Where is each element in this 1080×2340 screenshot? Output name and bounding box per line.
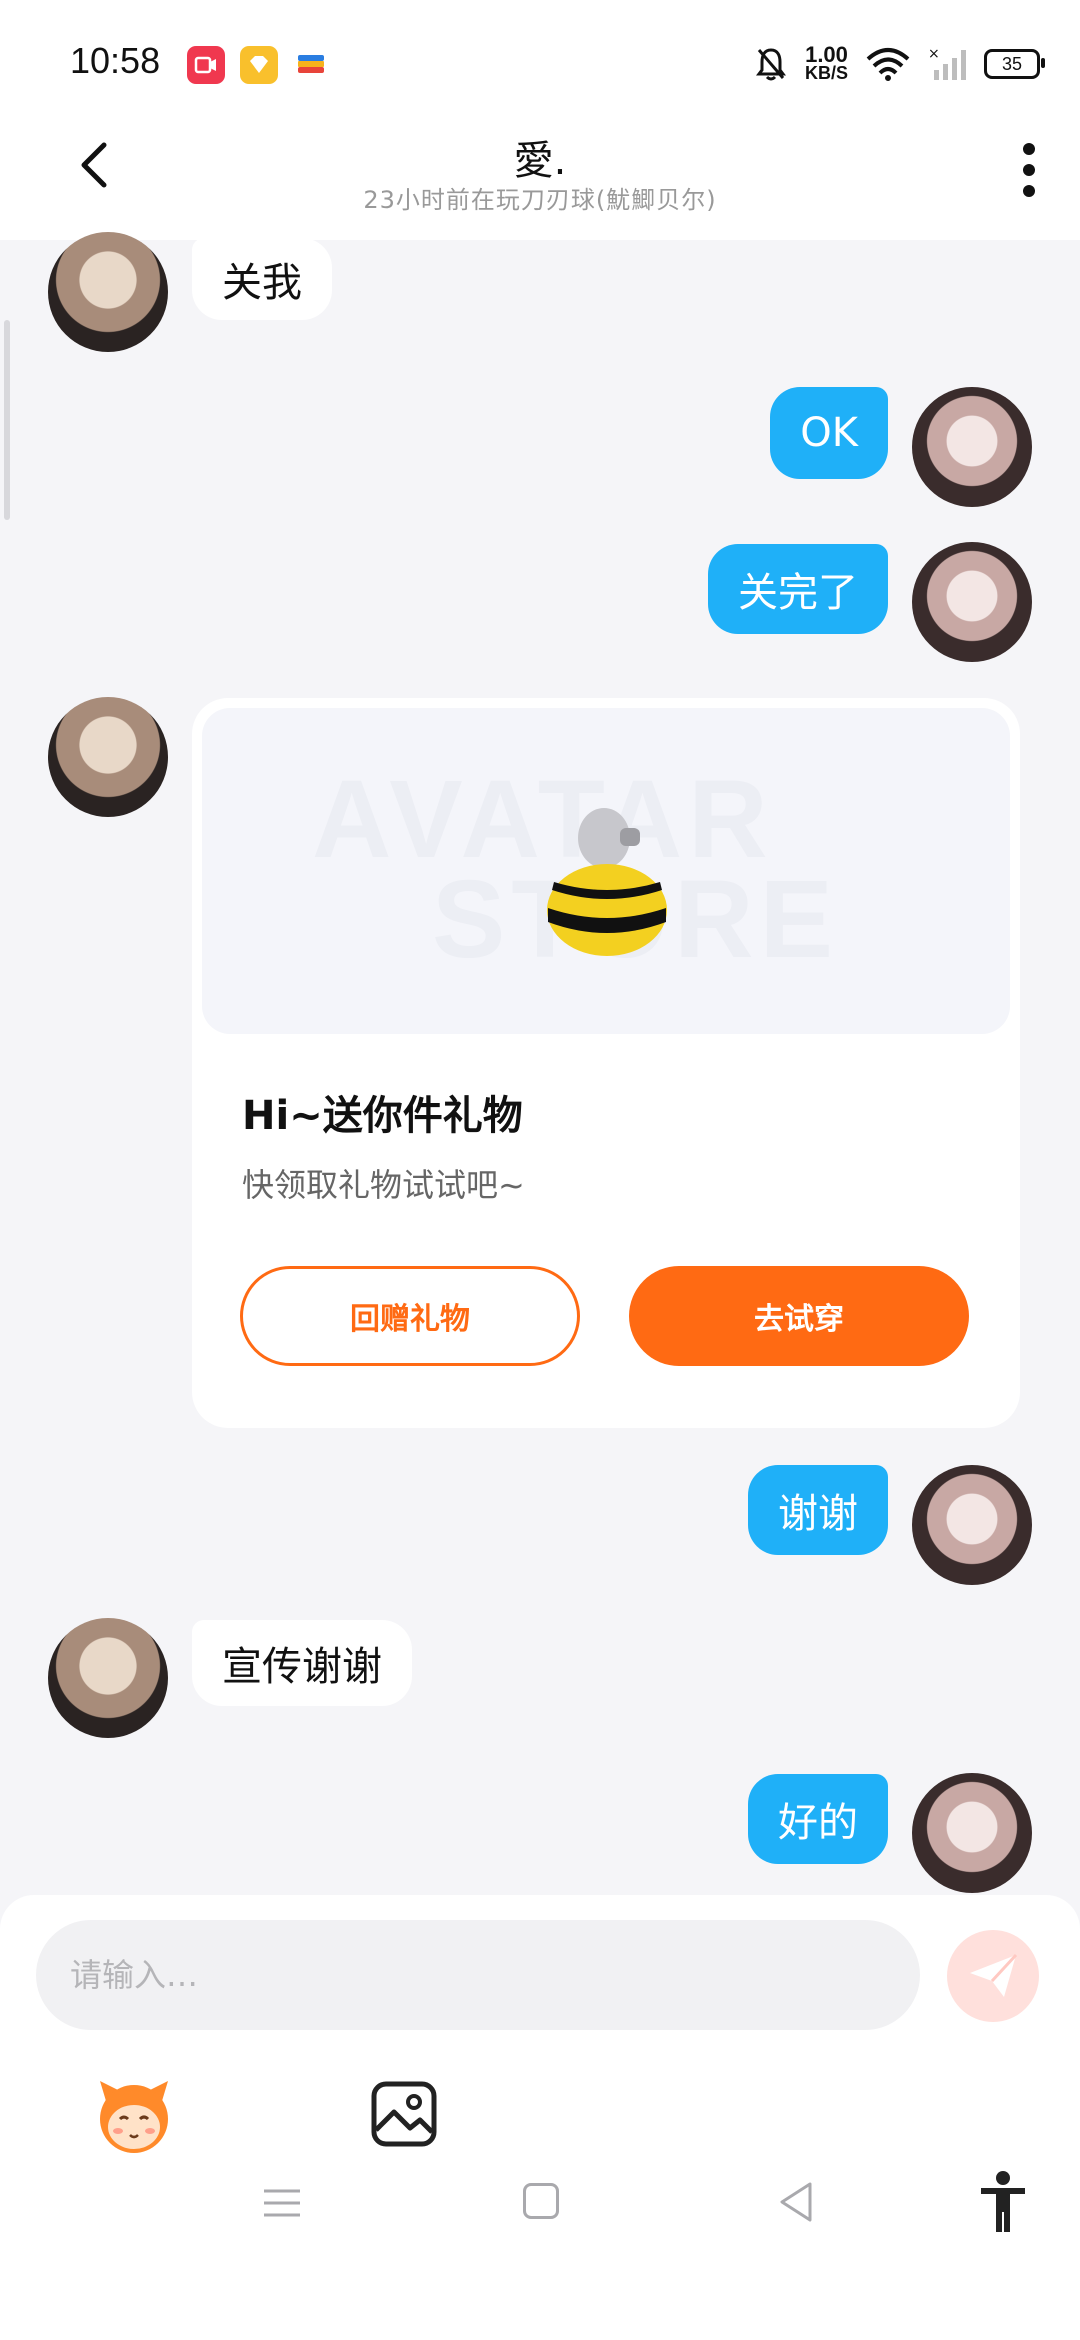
message-bubble-received[interactable]: 宣传谢谢 bbox=[192, 1620, 412, 1706]
diamond-app-icon bbox=[240, 46, 278, 84]
message-bubble-sent[interactable]: 好的 bbox=[748, 1774, 888, 1864]
chat-title: 愛. bbox=[513, 138, 567, 184]
cellular-signal-icon: × bbox=[928, 46, 966, 80]
avatar-self[interactable] bbox=[912, 1773, 1032, 1893]
nav-menu-icon[interactable] bbox=[262, 2188, 302, 2218]
gift-card-subtitle: 快领取礼物试试吧~ bbox=[242, 1166, 525, 1204]
battery-icon: 35 bbox=[984, 49, 1045, 79]
message-bubble-received[interactable]: 关我 bbox=[192, 238, 332, 320]
avatar-self[interactable] bbox=[912, 1465, 1032, 1585]
nav-back-icon[interactable] bbox=[776, 2180, 816, 2224]
avatar-contact[interactable] bbox=[48, 697, 168, 817]
wallet-app-icon bbox=[292, 46, 330, 84]
gift-item-icon bbox=[547, 808, 667, 956]
bell-mute-icon bbox=[755, 48, 786, 81]
avatar-contact[interactable] bbox=[48, 1618, 168, 1738]
message-bubble-sent[interactable]: OK bbox=[770, 387, 888, 479]
accessibility-icon[interactable] bbox=[978, 2170, 1028, 2234]
gift-card[interactable]: AVATAR STORE Hi~送你件礼物 快领取礼物试试吧~ 回赠礼物 去试穿 bbox=[192, 698, 1020, 1428]
avatar-contact[interactable] bbox=[48, 232, 168, 352]
more-options-icon[interactable] bbox=[1022, 142, 1036, 198]
status-icons: 1.00 KB/S × 35 bbox=[755, 40, 1045, 88]
svg-text:×: × bbox=[928, 46, 940, 62]
scrollbar[interactable] bbox=[4, 320, 10, 520]
gift-preview[interactable]: AVATAR STORE bbox=[202, 708, 1010, 1034]
send-icon bbox=[970, 1953, 1018, 1997]
try-on-button[interactable]: 去试穿 bbox=[629, 1266, 969, 1366]
message-bubble-sent[interactable]: 关完了 bbox=[708, 544, 888, 634]
image-picker-icon[interactable] bbox=[370, 2080, 438, 2148]
message-bubble-sent[interactable]: 谢谢 bbox=[748, 1465, 888, 1555]
screen-record-icon bbox=[187, 46, 225, 84]
return-gift-button[interactable]: 回赠礼物 bbox=[240, 1266, 580, 1366]
avatar-self[interactable] bbox=[912, 387, 1032, 507]
chat-subtitle: 23小时前在玩刀刃球(魷鯽贝尔) bbox=[363, 186, 717, 214]
send-button[interactable] bbox=[947, 1930, 1039, 2022]
status-time: 10:58 bbox=[70, 40, 161, 81]
network-speed: 1.00 KB/S bbox=[804, 42, 848, 83]
message-input[interactable] bbox=[36, 1920, 920, 2030]
avatar-self[interactable] bbox=[912, 542, 1032, 662]
nav-home-icon[interactable] bbox=[523, 2183, 559, 2219]
emoji-sticker-icon[interactable] bbox=[92, 2075, 176, 2155]
gift-card-title: Hi~送你件礼物 bbox=[242, 1093, 523, 1139]
wifi-icon bbox=[866, 48, 910, 81]
